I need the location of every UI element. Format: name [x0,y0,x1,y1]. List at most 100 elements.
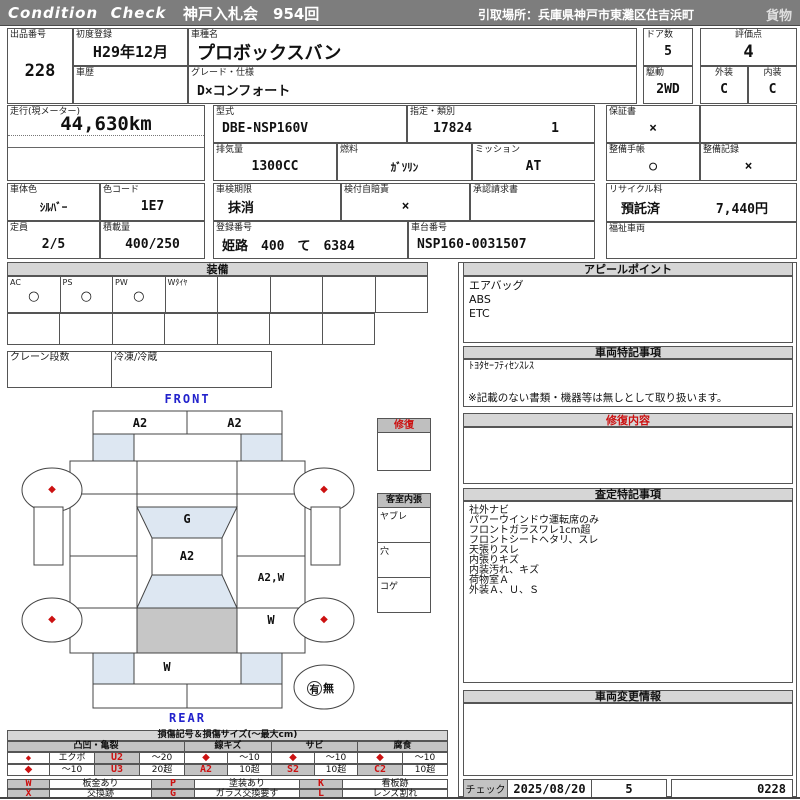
wheel-mark-front-right: ◆ [320,484,328,495]
rear-glass-shape [136,574,238,609]
repair-content-section-body [463,427,793,484]
insurance-value: × [401,199,410,214]
appeal-line: ETC [469,307,490,320]
legend-group-dent: 凸凹・亀裂 [7,741,185,752]
brand-logo: Condition Check [8,4,167,22]
capacity-cell: 定員 2/5 [7,221,100,259]
equipment-cell-empty [113,314,166,344]
legend-group-header-row: 凸凹・亀裂 線キズ サビ 腐食 [7,741,448,752]
chassis-number-cell: 車台番号 NSP160-0031507 [408,221,595,259]
equipment-ac-mark: ○ [28,289,40,304]
rear-gate-shape [136,607,238,654]
wheel-mark-front-left: ◆ [48,484,56,495]
special-notes-section-body: ﾄﾖﾀｾｰﾌﾃｨｾﾝｽﾚｽ ※記載のない書類・機器等は無しとして取り扱います。 [463,359,793,407]
legend-size-rust: 〜10 [315,752,358,764]
legend-size-corrosion: 〜10 [403,752,448,764]
appeal-line: ABS [469,293,491,306]
model-name-cell: 車種名 プロボックスバン [188,28,637,66]
legend-dent-dimple: エクボ [50,752,95,764]
equipment-cell-empty [218,277,271,312]
doors-value: 5 [664,44,672,59]
auction-title: 神戸入札会 954回 [183,5,320,23]
body-color-cell: 車体色 ｼﾙﾊﾞｰ [7,183,100,221]
chassis-number-value: NSP160-0031507 [417,237,527,252]
damage-mark-right-rear-door: A2,W [257,571,285,584]
appeal-line: エアバッグ [469,279,524,292]
interior-grade-value: C [768,82,777,97]
crane-label: クレーン段数 [10,352,70,363]
check-code: 0228 [671,779,793,798]
damage-mark-right-quarter: W [267,613,275,627]
damage-mark-front-bumper-right: A2 [227,416,242,430]
legend-size-row-1: ◆ エクボ U2 〜20 ◆ 〜10 ◆ 〜10 ◆ 〜10 [7,752,448,764]
inspection-value: 抹消 [228,201,255,216]
freezer-label: 冷凍/冷蔵 [114,352,158,363]
doors-cell: ドア数 5 [643,28,693,66]
legend-diamond-icon: ◆ [358,752,403,764]
legend-diamond-small-icon: ◆ [7,752,50,764]
spare-absent: 無 [323,682,334,695]
equipment-cell-empty [218,314,271,344]
load-capacity-cell: 積載量 400/250 [100,221,205,259]
legend-code-c2: C2 [358,764,403,776]
change-info-section-title: 車両変更情報 [463,690,793,703]
color-code-value: 1E7 [140,199,165,214]
special-notes-line: ﾄﾖﾀｾｰﾌﾃｨｾﾝｽﾚｽ [469,361,534,372]
crane-cell: クレーン段数 [7,351,112,388]
legend-size-c2: 10超 [403,764,448,776]
appeal-section-title: アピールポイント [463,262,793,276]
warranty-value: × [649,121,657,136]
repair-mini-title: 修復 [378,419,430,433]
displacement-value: 1300CC [251,159,299,174]
displacement-cell: 排気量 1300CC [213,143,337,181]
recycle-fee-status: 預託済 [621,201,661,217]
legend-size-row-2: ◆ 〜10 U3 20超 A2 10超 S2 10超 C2 10超 [7,764,448,776]
drive-cell: 駆動 2WD [643,66,693,104]
equipment-section-title: 装備 [7,262,428,276]
insurance-cell: 検付自賠責 × [341,183,470,221]
class-number-cell: 指定・類別 17824 1 [407,105,595,143]
warranty-neighbor-empty-cell [700,105,797,143]
lot-number-value: 228 [24,60,56,81]
equipment-cell-empty [60,314,113,344]
welfare-vehicle-value [607,232,796,258]
grade-cell: グレード・仕様 D×コンフォート [188,66,637,104]
cabin-lining-box: 客室内張 ヤブレ 穴 コゲ [377,493,431,613]
legend-group-corrosion: 腐食 [358,741,448,752]
equipment-cell-empty [8,314,61,344]
registration-number-cell: 登録番号 姫路 400 て 6384 [213,221,408,259]
drive-value: 2WD [656,82,680,97]
page-bottom-rule [0,797,800,799]
assessment-section-title: 査定特記事項 [463,488,793,501]
legend-diamond-icon: ◆ [272,752,315,764]
damage-mark-back-panel: W [163,660,171,674]
mileage-cell: 走行(現メーター) 44,630km [7,105,205,181]
legend-code-row-1: W 板金あり P 塗装あり K 看板跡 [7,779,448,789]
approval-request-cell: 承認請求書 [470,183,595,221]
maintenance-record-value: × [744,159,753,174]
class-number-value2: 1 [551,121,559,136]
repair-mini-box: 修復 [377,418,431,471]
legend-size-u3: 20超 [140,764,185,776]
maintenance-record-cell: 整備記録 × [700,143,797,181]
equipment-cell-empty [323,277,376,312]
legend-code-u3: U3 [95,764,140,776]
capacity-value: 2/5 [41,237,66,252]
mileage-value-wrap: 44,630km [8,106,204,136]
model-code-cell: 型式 DBE-NSP160V [213,105,407,143]
equipment-cell-wtire: Wﾀｲﾔ [166,277,218,312]
spare-tire-indicator: 有 無 [307,680,334,696]
score-cell: 評価点 4 [700,28,797,66]
change-info-section-body [463,703,793,776]
repair-content-section-title: 修復内容 [463,413,793,427]
legend-code-u2: U2 [95,752,140,764]
warranty-cell: 保証書 × [606,105,700,143]
title-bar: Condition Check 神戸入札会 954回 引取場所：兵庫県神戸市東灘… [0,0,800,26]
class-number-value1: 17824 [433,121,473,136]
assessment-section-body: 社外ナビ パワーウインドウ運転席のみ フロントガラスワレ1cm超 フロントシート… [463,501,793,683]
pickup-location: 引取場所：兵庫県神戸市東灘区住吉浜町 [478,8,695,22]
equipment-cell-empty [270,314,323,344]
check-row: チェック 2025/08/20 5 [463,779,667,798]
body-color-value: ｼﾙﾊﾞｰ [39,200,68,214]
special-notes-disclaimer: ※記載のない書類・機器等は無しとして取り扱います。 [468,392,728,404]
